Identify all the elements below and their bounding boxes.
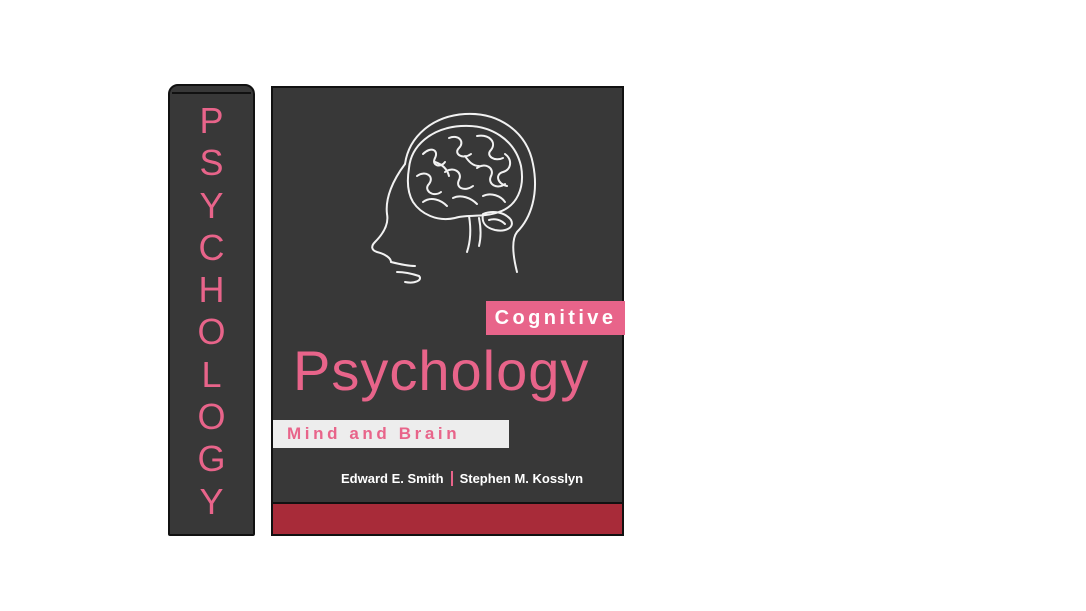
spine-top-edge [172,92,251,94]
spine-letter: Y [199,480,224,522]
spine-letter: O [197,396,226,438]
subtitle-text: Cognitive [494,306,617,329]
tagline-text: Mind and Brain [287,424,461,443]
author-name: Stephen M. Kosslyn [459,471,584,486]
book-front-cover: Cognitive Psychology Mind and Brain Edwa… [271,86,625,536]
spine-letter: O [197,311,226,353]
spine-title: P S Y C H O L O G Y [170,100,253,523]
cover-bottom-band [273,502,622,534]
spine-letter: Y [199,184,224,226]
brain-head-profile-icon [371,112,537,284]
spine-letter: C [198,226,225,268]
book-spine: P S Y C H O L O G Y [168,84,255,536]
spine-letter: H [198,269,225,311]
spine-letter: L [201,353,222,395]
author-divider [450,471,453,486]
spine-letter: P [199,100,224,141]
tagline-label: Mind and Brain [273,420,509,448]
author-line: Edward E. Smith Stephen M. Kosslyn [341,471,583,486]
subtitle-label: Cognitive [486,301,625,335]
author-name: Edward E. Smith [341,471,444,486]
spine-letter: G [197,438,226,480]
spine-letter: S [199,142,224,184]
book-title: Psychology [293,339,590,402]
book-mockup: P S Y C H O L O G Y Cognitive Psychology… [0,0,1086,611]
